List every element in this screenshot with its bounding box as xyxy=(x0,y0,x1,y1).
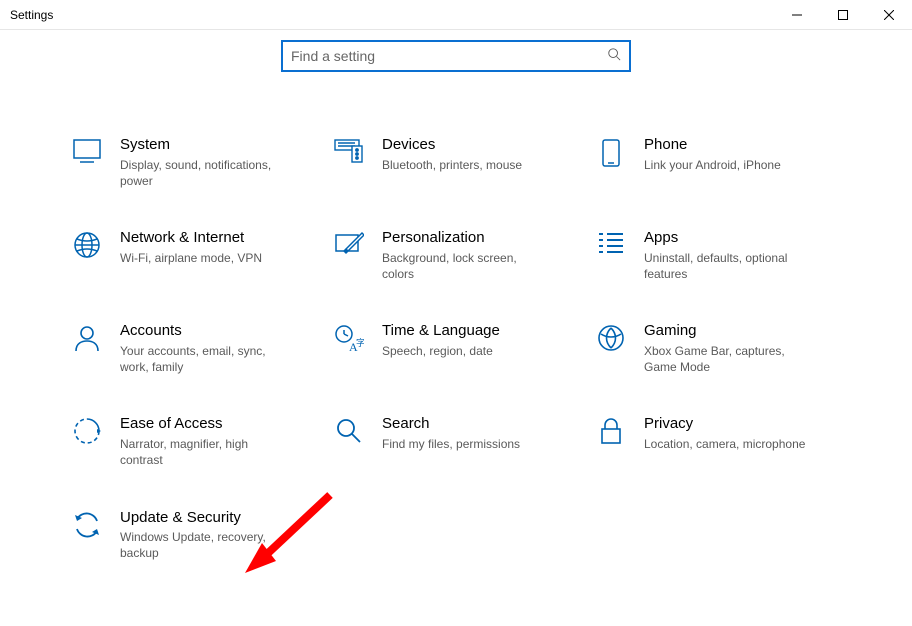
personalization-icon xyxy=(332,229,366,257)
tile-system[interactable]: System Display, sound, notifications, po… xyxy=(70,136,332,189)
minimize-icon xyxy=(792,10,802,20)
tile-desc: Narrator, magnifier, high contrast xyxy=(120,436,290,468)
search-box[interactable] xyxy=(281,40,631,72)
window-controls xyxy=(774,0,912,29)
tile-privacy[interactable]: Privacy Location, camera, microphone xyxy=(594,415,856,468)
tile-desc: Find my files, permissions xyxy=(382,436,552,452)
system-icon xyxy=(70,136,104,164)
tile-network-internet[interactable]: Network & Internet Wi-Fi, airplane mode,… xyxy=(70,229,332,282)
lock-icon xyxy=(594,415,628,445)
tile-desc: Speech, region, date xyxy=(382,343,552,359)
tile-desc: Background, lock screen, colors xyxy=(382,250,552,282)
maximize-button[interactable] xyxy=(820,0,866,29)
tile-devices[interactable]: Devices Bluetooth, printers, mouse xyxy=(332,136,594,189)
search-icon xyxy=(607,47,621,66)
tile-desc: Windows Update, recovery, backup xyxy=(120,529,290,561)
phone-icon xyxy=(594,136,628,168)
tile-desc: Uninstall, defaults, optional features xyxy=(644,250,814,282)
apps-icon xyxy=(594,229,628,255)
tile-title: Accounts xyxy=(120,322,312,341)
search-container xyxy=(0,40,912,72)
tile-title: Devices xyxy=(382,136,574,155)
svg-text:字: 字 xyxy=(356,337,364,348)
tile-personalization[interactable]: Personalization Background, lock screen,… xyxy=(332,229,594,282)
time-language-icon: A字 xyxy=(332,322,366,352)
close-button[interactable] xyxy=(866,0,912,29)
tile-phone[interactable]: Phone Link your Android, iPhone xyxy=(594,136,856,189)
tile-update-security[interactable]: Update & Security Windows Update, recove… xyxy=(70,509,332,562)
tile-title: Network & Internet xyxy=(120,229,312,248)
gaming-icon xyxy=(594,322,628,352)
devices-icon xyxy=(332,136,366,164)
maximize-icon xyxy=(838,10,848,20)
accounts-icon xyxy=(70,322,104,352)
tile-title: Privacy xyxy=(644,415,836,434)
tile-title: Personalization xyxy=(382,229,574,248)
tile-title: Time & Language xyxy=(382,322,574,341)
tile-desc: Your accounts, email, sync, work, family xyxy=(120,343,290,375)
minimize-button[interactable] xyxy=(774,0,820,29)
globe-icon xyxy=(70,229,104,259)
tile-desc: Wi-Fi, airplane mode, VPN xyxy=(120,250,290,266)
settings-grid: System Display, sound, notifications, po… xyxy=(0,72,912,582)
tile-desc: Xbox Game Bar, captures, Game Mode xyxy=(644,343,814,375)
ease-of-access-icon xyxy=(70,415,104,445)
tile-accounts[interactable]: Accounts Your accounts, email, sync, wor… xyxy=(70,322,332,375)
tile-apps[interactable]: Apps Uninstall, defaults, optional featu… xyxy=(594,229,856,282)
tile-desc: Link your Android, iPhone xyxy=(644,157,814,173)
window-title: Settings xyxy=(10,8,53,22)
close-icon xyxy=(884,10,894,20)
tile-search[interactable]: Search Find my files, permissions xyxy=(332,415,594,468)
tile-title: Update & Security xyxy=(120,509,312,528)
tile-title: Search xyxy=(382,415,574,434)
tile-title: Ease of Access xyxy=(120,415,312,434)
tile-ease-of-access[interactable]: Ease of Access Narrator, magnifier, high… xyxy=(70,415,332,468)
tile-gaming[interactable]: Gaming Xbox Game Bar, captures, Game Mod… xyxy=(594,322,856,375)
tile-desc: Location, camera, microphone xyxy=(644,436,814,452)
magnifier-icon xyxy=(332,415,366,445)
tile-title: Gaming xyxy=(644,322,836,341)
tile-desc: Bluetooth, printers, mouse xyxy=(382,157,552,173)
search-input[interactable] xyxy=(291,48,607,64)
titlebar: Settings xyxy=(0,0,912,30)
update-security-icon xyxy=(70,509,104,539)
tile-title: Phone xyxy=(644,136,836,155)
tile-desc: Display, sound, notifications, power xyxy=(120,157,290,189)
tile-time-language[interactable]: A字 Time & Language Speech, region, date xyxy=(332,322,594,375)
tile-title: Apps xyxy=(644,229,836,248)
tile-title: System xyxy=(120,136,312,155)
